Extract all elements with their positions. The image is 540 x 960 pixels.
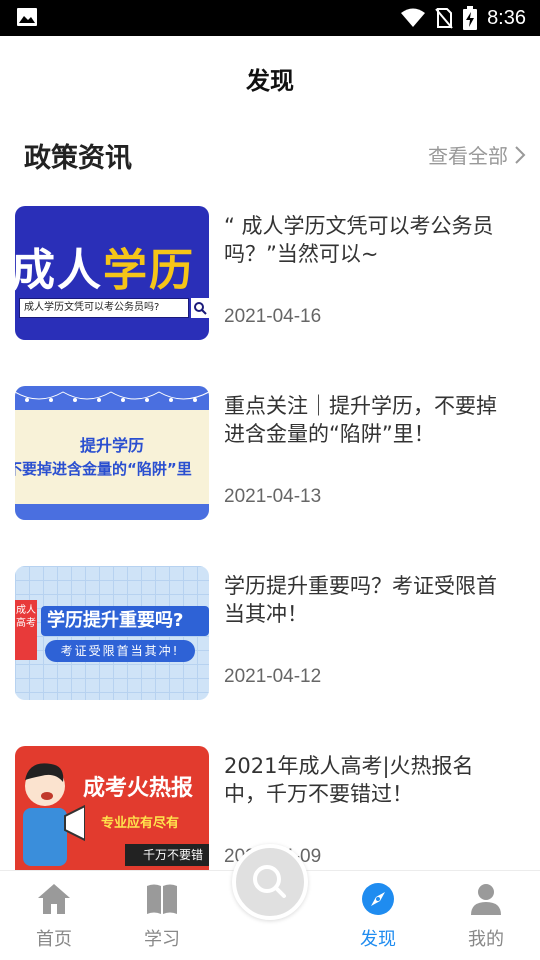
no-sim-icon xyxy=(435,8,453,29)
thumb-person-icon xyxy=(23,763,85,866)
tab-discover-label: 发现 xyxy=(360,929,396,950)
tab-study-label: 学习 xyxy=(144,929,180,950)
news-thumbnail: 成人学历 成人学历文凭可以考公务员吗? xyxy=(15,206,209,340)
thumb-headline-b: 学历 xyxy=(103,245,195,296)
view-all-link[interactable]: 查看全部 xyxy=(428,140,526,169)
news-thumbnail: 成考火热报 专业应有尽有 千万不要错 xyxy=(15,746,209,870)
search-icon xyxy=(253,865,286,898)
thumb-headline-a: 成人 xyxy=(15,245,103,296)
news-date: 2021-04-13 xyxy=(224,486,322,507)
thumb-side-label: 成人高考 xyxy=(15,600,37,660)
news-date: 2021-04-16 xyxy=(224,306,322,327)
tab-study[interactable]: 学习 xyxy=(108,871,216,960)
news-title: 重点关注｜提升学历，不要掉进含金量的“陷阱”里！ xyxy=(224,394,497,446)
thumb-sub: 考证受限首当其冲! xyxy=(45,640,195,662)
tab-home-label: 首页 xyxy=(36,929,72,950)
news-item[interactable]: 成人学历 成人学历文凭可以考公务员吗? “ 成人学历文凭可以考公务员吗？”当然可… xyxy=(0,206,540,342)
view-all-label: 查看全部 xyxy=(428,144,508,168)
news-title: “ 成人学历文凭可以考公务员吗？”当然可以~ xyxy=(224,214,494,266)
image-icon xyxy=(17,8,37,26)
thumb-headline: 学历提升重要吗? xyxy=(41,606,209,636)
chevron-right-icon xyxy=(515,145,526,164)
tab-home[interactable]: 首页 xyxy=(0,871,108,960)
news-thumbnail: 提升学历 不要掉进含金量的“陷阱”里 xyxy=(15,386,209,520)
status-bar: 8:36 xyxy=(0,0,540,36)
thumb-search-icon xyxy=(191,298,209,318)
thumb-line1: 提升学历 xyxy=(79,436,144,455)
section-title: 政策资讯 xyxy=(24,143,132,174)
status-time: 8:36 xyxy=(487,6,526,29)
home-icon xyxy=(38,884,70,914)
tab-mine[interactable]: 我的 xyxy=(432,871,540,960)
news-thumbnail: 成人高考 学历提升重要吗? 考证受限首当其冲! xyxy=(15,566,209,700)
page-title: 发现 xyxy=(246,66,294,95)
news-date: 2021-04-12 xyxy=(224,666,322,687)
wifi-icon xyxy=(401,8,426,27)
battery-charging-icon xyxy=(463,6,478,30)
thumb-sub1: 专业应有尽有 xyxy=(101,816,180,831)
book-icon xyxy=(147,884,177,914)
news-title: 2021年成人高考|火热报名中，千万不要错过！ xyxy=(224,754,474,806)
tab-mine-label: 我的 xyxy=(468,929,504,950)
thumb-headline: 成考火热报 xyxy=(83,776,194,801)
thumb-sub2: 千万不要错 xyxy=(125,844,209,866)
center-search-button[interactable] xyxy=(232,844,308,920)
news-title: 学历提升重要吗？考证受限首当其冲！ xyxy=(224,574,497,626)
compass-icon xyxy=(362,883,394,915)
thumb-search-text: 成人学历文凭可以考公务员吗? xyxy=(19,298,189,318)
section-header: 政策资讯 查看全部 xyxy=(0,128,540,184)
page-header: 发现 xyxy=(0,36,540,120)
user-icon xyxy=(471,884,501,915)
thumb-lights-icon xyxy=(15,391,209,402)
news-item[interactable]: 提升学历 不要掉进含金量的“陷阱”里 重点关注｜提升学历，不要掉进含金量的“陷阱… xyxy=(0,386,540,522)
tab-discover[interactable]: 发现 xyxy=(324,871,432,960)
thumb-line2: 不要掉进含金量的“陷阱”里 xyxy=(15,460,192,478)
news-item[interactable]: 成人高考 学历提升重要吗? 考证受限首当其冲! 学历提升重要吗？考证受限首当其冲… xyxy=(0,566,540,702)
